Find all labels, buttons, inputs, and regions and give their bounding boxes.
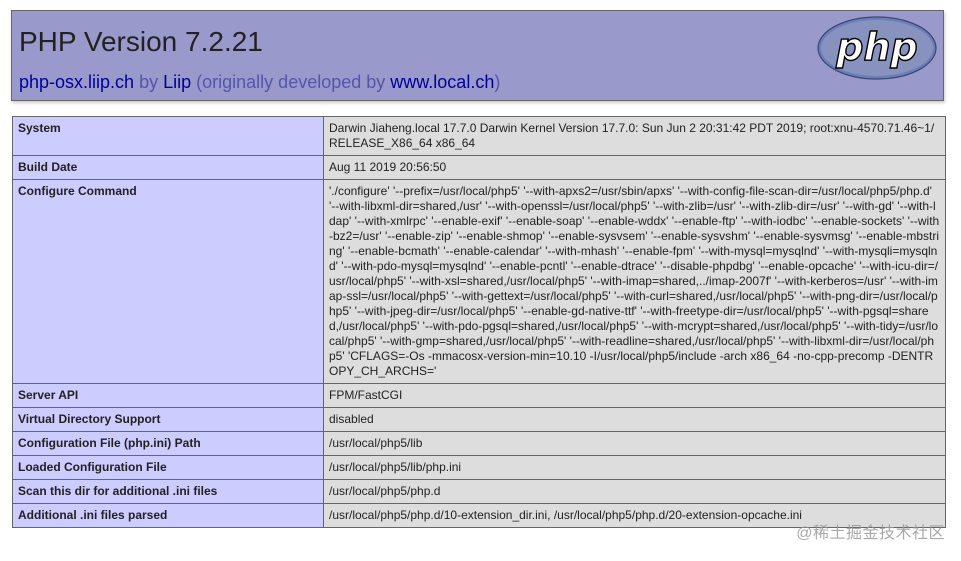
info-row-label: Configuration File (php.ini) Path bbox=[12, 431, 324, 456]
info-row: Server API FPM/FastCGI bbox=[12, 383, 946, 408]
info-row-value: './configure' '--prefix=/usr/local/php5'… bbox=[323, 179, 946, 384]
info-row-value: /usr/local/php5/lib/php.ini bbox=[323, 455, 946, 480]
info-row-label: System bbox=[12, 116, 324, 156]
info-row-label: Build Date bbox=[12, 155, 324, 180]
info-row: Loaded Configuration File/usr/local/php5… bbox=[12, 455, 946, 480]
php-osx-link[interactable]: php-osx.liip.ch bbox=[19, 72, 134, 92]
phpinfo-page: PHP Version 7.2.21 php-osx.liip.ch by Li… bbox=[0, 0, 961, 561]
info-row: Build Date Aug 11 2019 20:56:50 bbox=[12, 155, 946, 180]
info-row: Scan this dir for additional .ini files /… bbox=[12, 479, 946, 504]
info-row-label: Loaded Configuration File bbox=[12, 455, 324, 480]
info-row-label: Server API bbox=[12, 383, 324, 408]
info-row: System Darwin Jiaheng.local 17.7.0 Darwin… bbox=[12, 116, 946, 156]
info-row-value: Darwin Jiaheng.local 17.7.0 Darwin Kerne… bbox=[323, 116, 946, 156]
by-text: by bbox=[139, 72, 159, 92]
info-row-label: Virtual Directory Support bbox=[12, 407, 324, 432]
liip-link[interactable]: Liip bbox=[163, 72, 191, 92]
info-row: Configuration File (php.ini) Path/usr/lo… bbox=[12, 431, 946, 456]
info-row-value: /usr/local/php5/php.d bbox=[323, 479, 946, 504]
php-version-header: PHP Version 7.2.21 php-osx.liip.ch by Li… bbox=[11, 10, 944, 101]
page-title: PHP Version 7.2.21 bbox=[19, 26, 263, 57]
header-subtitle: php-osx.liip.ch by Liip (originally deve… bbox=[19, 71, 500, 93]
info-row: Virtual Directory Support disabled bbox=[12, 407, 946, 432]
local-ch-link[interactable]: www.local.ch bbox=[390, 72, 494, 92]
php-info-table-body: System Darwin Jiaheng.local 17.7.0 Darwin… bbox=[12, 116, 946, 528]
site-watermark: @稀土掘金技术社区 bbox=[796, 525, 945, 542]
info-row-value: /usr/local/php5/lib bbox=[323, 431, 946, 456]
info-row-label: Configure Command bbox=[12, 179, 324, 384]
php-info-table: System Darwin Jiaheng.local 17.7.0 Darwin… bbox=[12, 116, 946, 528]
php-logo-icon: php bbox=[817, 16, 937, 80]
logo-text: php bbox=[835, 25, 917, 69]
info-row-label: Scan this dir for additional .ini files bbox=[12, 479, 324, 504]
info-row-value: Aug 11 2019 20:56:50 bbox=[323, 155, 946, 180]
info-row-label: Additional .ini files parsed bbox=[12, 503, 324, 528]
closing-paren-text: ) bbox=[494, 72, 501, 92]
info-row-value: disabled bbox=[323, 407, 946, 432]
originally-developed-text: (originally developed by bbox=[196, 72, 386, 92]
info-row: Configure Command './configure' '--prefix… bbox=[12, 179, 946, 384]
info-row-value: FPM/FastCGI bbox=[323, 383, 946, 408]
